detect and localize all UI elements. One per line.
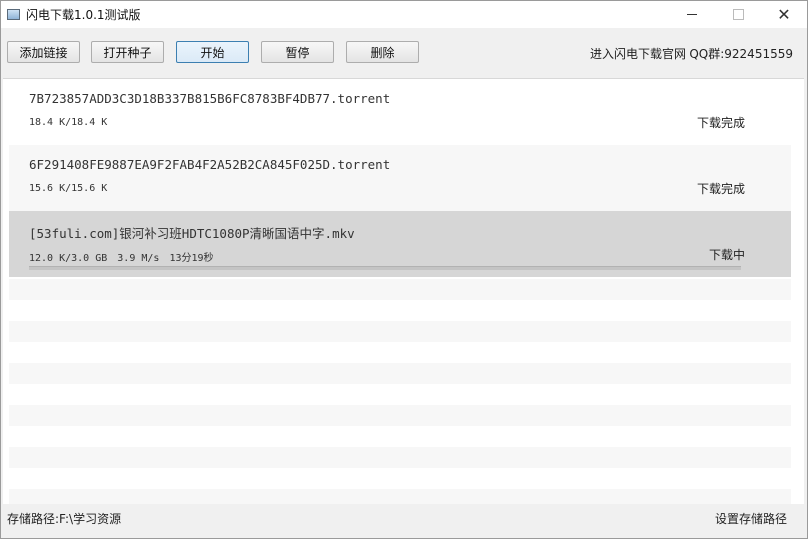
download-row[interactable]: 7B723857ADD3C3D18B337B815B6FC8783BF4DB77…	[9, 79, 791, 145]
empty-row	[9, 363, 791, 384]
delete-button[interactable]: 删除	[346, 41, 419, 63]
size-text: 18.4 K/18.4 K	[29, 117, 108, 128]
open-seed-button[interactable]: 打开种子	[91, 41, 164, 63]
app-window: 闪电下载1.0.1测试版 ✕ 添加链接 打开种子 开始 暂停 删除 进入闪电下载…	[0, 0, 808, 539]
maximize-button[interactable]	[715, 1, 761, 28]
file-name: [53fuli.com]银河补习班HDTC1080P清晰国语中字.mkv	[29, 226, 355, 241]
empty-row	[9, 279, 791, 300]
speed-text: 3.9 M/s	[117, 253, 160, 264]
size-text: 15.6 K/15.6 K	[29, 183, 108, 194]
download-row[interactable]: 6F291408FE9887EA9F2FAB4F2A52B2CA845F025D…	[9, 145, 791, 211]
add-link-button[interactable]: 添加链接	[7, 41, 80, 63]
empty-row	[9, 321, 791, 342]
minimize-icon	[687, 14, 697, 15]
download-list[interactable]: 7B723857ADD3C3D18B337B815B6FC8783BF4DB77…	[3, 78, 804, 505]
title-bar[interactable]: 闪电下载1.0.1测试版 ✕	[1, 1, 807, 28]
file-name: 6F291408FE9887EA9F2FAB4F2A52B2CA845F025D…	[29, 157, 391, 172]
size-text: 12.0 K/3.0 GB	[29, 253, 108, 264]
save-path-label: 存储路径:F:\学习资源	[7, 512, 122, 526]
status-text: 下载中	[708, 248, 745, 262]
download-row-selected[interactable]: [53fuli.com]银河补习班HDTC1080P清晰国语中字.mkv 12.…	[9, 211, 791, 277]
close-icon: ✕	[777, 4, 791, 24]
app-icon	[7, 9, 20, 20]
file-name: 7B723857ADD3C3D18B337B815B6FC8783BF4DB77…	[29, 91, 391, 106]
eta-text: 13分19秒	[169, 253, 214, 264]
close-button[interactable]: ✕	[761, 1, 807, 28]
window-title: 闪电下载1.0.1测试版	[26, 8, 141, 22]
empty-row	[9, 447, 791, 468]
maximize-icon	[732, 9, 744, 20]
empty-row	[9, 405, 791, 426]
start-button[interactable]: 开始	[176, 41, 249, 63]
empty-row	[9, 489, 791, 504]
set-save-path-link[interactable]: 设置存储路径	[715, 510, 787, 527]
progress-bar	[29, 266, 741, 270]
toolbar: 添加链接 打开种子 开始 暂停 删除 进入闪电下载官网 QQ群:92245155…	[1, 28, 807, 76]
status-text: 下载完成	[696, 182, 745, 196]
pause-button[interactable]: 暂停	[261, 41, 334, 63]
file-size: 18.4 K/18.4 K	[29, 117, 117, 128]
file-size: 12.0 K/3.0 GB 3.9 M/s 13分19秒	[29, 249, 224, 264]
file-size: 15.6 K/15.6 K	[29, 183, 117, 194]
qq-group-label: QQ群:922451559	[689, 47, 793, 61]
minimize-button[interactable]	[669, 1, 715, 28]
status-text: 下载完成	[696, 116, 745, 130]
status-bar: 存储路径:F:\学习资源 设置存储路径	[1, 504, 807, 538]
official-site-link[interactable]: 进入闪电下载官网	[590, 45, 686, 62]
